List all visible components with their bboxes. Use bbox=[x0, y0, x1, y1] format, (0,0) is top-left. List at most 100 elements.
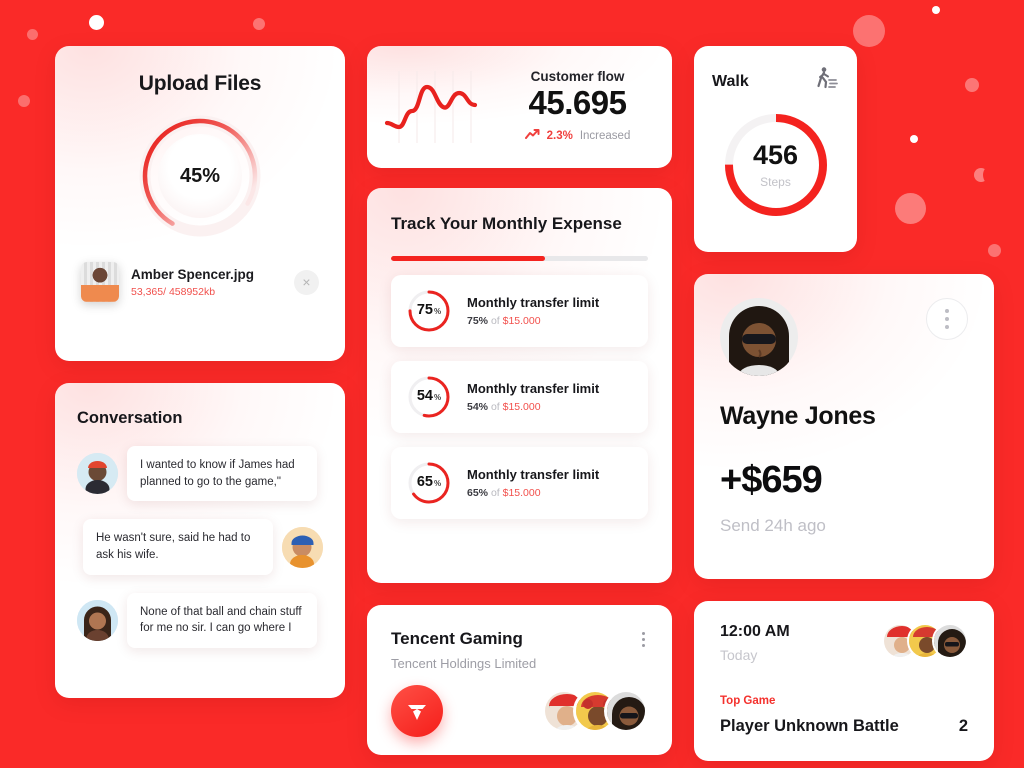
game-time: 12:00 AM bbox=[720, 623, 790, 640]
expense-sub-percent: 54% bbox=[467, 401, 489, 413]
percent-symbol: % bbox=[434, 479, 442, 488]
walk-card: Walk 456 Steps bbox=[694, 46, 857, 252]
dashboard-board: Upload Files 45% Amber Spencer.jpg 53,36… bbox=[0, 0, 1024, 768]
customer-flow-delta: 2.3% Increased bbox=[505, 127, 650, 145]
expense-percent-number: 75 bbox=[416, 302, 433, 318]
message-bubble: I wanted to know if James had planned to… bbox=[127, 446, 317, 502]
wayne-header bbox=[720, 298, 968, 376]
walk-progress-ring: 456 Steps bbox=[720, 109, 832, 221]
avatar bbox=[604, 689, 648, 733]
expense-row-text: Monthly transfer limit 65% of $15.000 bbox=[467, 467, 599, 499]
file-thumbnail bbox=[81, 262, 119, 302]
percent-symbol: % bbox=[434, 393, 442, 402]
top-game-card: 12:00 AM Today Top Game Player Unknown B… bbox=[694, 601, 994, 761]
expense-row-name: Monthly transfer limit bbox=[467, 295, 600, 310]
customer-flow-value: 45.695 bbox=[528, 84, 627, 122]
expense-row[interactable]: 75 % Monthly transfer limit 75% of $15.0… bbox=[391, 275, 648, 347]
expense-sub-of: of bbox=[490, 401, 500, 413]
kebab-menu-icon[interactable] bbox=[926, 298, 968, 340]
file-size: 53,365/ 458952kb bbox=[131, 285, 216, 298]
expense-percent-label: 75 % bbox=[407, 289, 451, 333]
expense-title: Track Your Monthly Expense bbox=[391, 214, 622, 233]
expense-percent-label: 54 % bbox=[407, 375, 451, 419]
upload-progress-ring: 45% bbox=[138, 114, 262, 238]
expense-progress-fill bbox=[391, 256, 546, 261]
game-day: Today bbox=[720, 647, 758, 663]
customer-flow-body: Customer flow 45.695 2.3% Increased bbox=[505, 69, 656, 145]
tencent-subtitle: Tencent Holdings Limited bbox=[391, 656, 537, 671]
tencent-gaming-card: Tencent Gaming Tencent Holdings Limited bbox=[367, 605, 672, 755]
expense-sub-amount: $15.000 bbox=[502, 315, 541, 327]
tencent-logo-icon bbox=[391, 685, 443, 737]
wayne-jones-card: Wayne Jones +$659 Send 24h ago bbox=[694, 274, 994, 579]
walking-person-icon bbox=[813, 66, 839, 97]
expense-percent-number: 65 bbox=[416, 474, 433, 490]
page-title: Upload Files bbox=[138, 72, 262, 95]
expense-row-name: Monthly transfer limit bbox=[467, 467, 600, 482]
upload-progress-wrap: 45% bbox=[77, 114, 323, 238]
expense-row-sub: 75% of $15.000 bbox=[467, 315, 599, 327]
message-bubble: He wasn't sure, said he had to ask his w… bbox=[83, 519, 273, 575]
file-name: Amber Spencer.jpg bbox=[131, 266, 255, 282]
expense-sub-amount: $15.000 bbox=[502, 401, 541, 413]
game-name: Player Unknown Battle bbox=[720, 717, 899, 735]
message-item: He wasn't sure, said he had to ask his w… bbox=[77, 519, 323, 575]
expense-row-text: Monthly transfer limit 75% of $15.000 bbox=[467, 295, 599, 327]
tencent-title: Tencent Gaming bbox=[391, 629, 523, 648]
walk-steps-label: Steps bbox=[760, 174, 791, 189]
right-column: Walk 456 Steps Wayne Jones +$659 Send 24… bbox=[694, 46, 1005, 768]
expense-percent-ring: 54 % bbox=[407, 375, 451, 419]
file-meta: Amber Spencer.jpg 53,365/ 458952kb bbox=[131, 267, 282, 298]
upload-files-card: Upload Files 45% Amber Spencer.jpg 53,36… bbox=[55, 46, 345, 361]
delta-word: Increased bbox=[579, 129, 631, 142]
avatar bbox=[720, 298, 798, 376]
kebab-menu-icon[interactable] bbox=[639, 629, 648, 650]
expense-progress-bar bbox=[391, 256, 648, 261]
expense-row[interactable]: 65 % Monthly transfer limit 65% of $15.0… bbox=[391, 447, 648, 519]
expense-sub-of: of bbox=[490, 315, 500, 327]
walk-header: Walk bbox=[712, 66, 839, 97]
avatar-stack[interactable] bbox=[542, 689, 648, 733]
expense-row-sub: 65% of $15.000 bbox=[467, 487, 599, 499]
wayne-subtitle: Send 24h ago bbox=[720, 516, 826, 535]
expense-row[interactable]: 54 % Monthly transfer limit 54% of $15.0… bbox=[391, 361, 648, 433]
upload-percent-label: 45% bbox=[179, 164, 221, 187]
avatar-stack[interactable] bbox=[882, 623, 968, 659]
walk-title: Walk bbox=[712, 72, 749, 90]
expense-sub-percent: 75% bbox=[467, 315, 489, 327]
avatar bbox=[932, 623, 968, 659]
expense-sub-percent: 65% bbox=[467, 487, 489, 499]
wayne-amount: +$659 bbox=[720, 459, 823, 501]
customer-flow-label: Customer flow bbox=[530, 69, 625, 85]
trending-up-icon bbox=[524, 127, 540, 145]
conversation-title: Conversation bbox=[77, 409, 183, 427]
tencent-footer bbox=[391, 685, 648, 737]
tencent-titles: Tencent Gaming Tencent Holdings Limited bbox=[391, 629, 536, 671]
delta-percent: 2.3% bbox=[546, 129, 573, 142]
conversation-card: Conversation I wanted to know if James h… bbox=[55, 383, 345, 698]
message-bubble: None of that ball and chain stuff for me… bbox=[127, 592, 317, 649]
message-item: None of that ball and chain stuff for me… bbox=[77, 592, 323, 649]
close-icon[interactable]: × bbox=[294, 269, 319, 295]
expense-row-text: Monthly transfer limit 54% of $15.000 bbox=[467, 381, 599, 413]
walk-steps-value: 456 bbox=[752, 139, 799, 170]
expense-card: Track Your Monthly Expense 75 % Monthly … bbox=[367, 188, 672, 583]
percent-symbol: % bbox=[434, 307, 442, 316]
message-item: I wanted to know if James had planned to… bbox=[77, 446, 323, 502]
avatar bbox=[282, 526, 323, 568]
expense-percent-label: 65 % bbox=[407, 461, 451, 505]
uploaded-file-row[interactable]: Amber Spencer.jpg 53,365/ 458952kb × bbox=[77, 262, 323, 302]
expense-percent-number: 54 bbox=[416, 388, 433, 404]
sparkline-chart bbox=[383, 71, 495, 143]
avatar bbox=[77, 453, 118, 495]
top-game-label: Top Game bbox=[720, 695, 776, 707]
walk-progress-wrap: 456 Steps bbox=[712, 109, 839, 221]
game-rank: 2 bbox=[958, 717, 968, 735]
middle-column: Customer flow 45.695 2.3% Increased Trac… bbox=[367, 46, 672, 768]
left-column: Upload Files 45% Amber Spencer.jpg 53,36… bbox=[55, 46, 345, 768]
expense-row-name: Monthly transfer limit bbox=[467, 381, 600, 396]
expense-sub-amount: $15.000 bbox=[502, 487, 541, 499]
card-notch bbox=[983, 164, 1005, 186]
avatar bbox=[77, 599, 118, 641]
top-game-row[interactable]: Player Unknown Battle 2 bbox=[720, 717, 968, 736]
